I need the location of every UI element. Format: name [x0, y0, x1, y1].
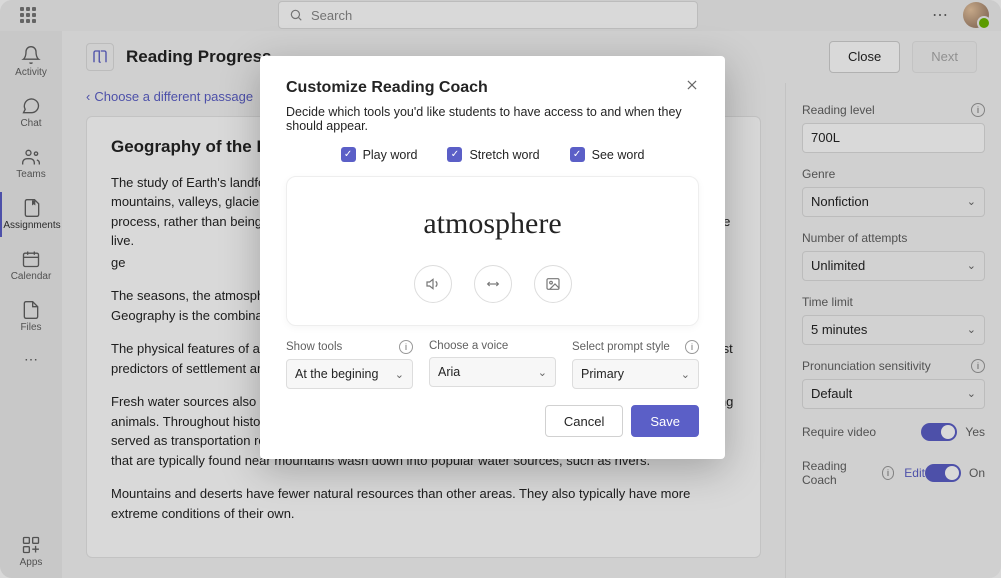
prompt-style-label: Select prompt style [572, 341, 670, 353]
choose-voice-label: Choose a voice [429, 340, 508, 352]
picture-icon [545, 276, 561, 292]
customize-reading-coach-modal: Customize Reading Coach Decide which too… [260, 56, 725, 459]
save-button[interactable]: Save [631, 405, 699, 437]
prompt-style-select[interactable]: Primary⌄ [572, 359, 699, 389]
stretch-word-button[interactable] [474, 265, 512, 303]
chevron-down-icon: ⌄ [395, 368, 404, 381]
preview-panel: atmosphere [286, 176, 699, 326]
checkbox-checked-icon: ✓ [570, 147, 585, 162]
chevron-down-icon: ⌄ [681, 368, 690, 381]
chevron-down-icon: ⌄ [538, 366, 547, 379]
modal-title: Customize Reading Coach [286, 79, 488, 97]
see-word-button[interactable] [534, 265, 572, 303]
preview-word: atmosphere [423, 207, 561, 241]
see-word-checkbox[interactable]: ✓ See word [570, 147, 645, 162]
speaker-icon [425, 276, 441, 292]
show-tools-select[interactable]: At the begining⌄ [286, 359, 413, 389]
checkbox-checked-icon: ✓ [447, 147, 462, 162]
close-icon[interactable] [685, 78, 699, 97]
stretch-word-label: Stretch word [469, 148, 539, 162]
info-icon[interactable]: i [685, 340, 699, 354]
cancel-button[interactable]: Cancel [545, 405, 623, 437]
info-icon[interactable]: i [399, 340, 413, 354]
play-word-checkbox[interactable]: ✓ Play word [341, 147, 418, 162]
see-word-label: See word [592, 148, 645, 162]
play-word-label: Play word [363, 148, 418, 162]
stretch-icon [485, 276, 501, 292]
checkbox-checked-icon: ✓ [341, 147, 356, 162]
choose-voice-select[interactable]: Aria⌄ [429, 357, 556, 387]
show-tools-label: Show tools [286, 341, 342, 353]
play-word-button[interactable] [414, 265, 452, 303]
modal-subtitle: Decide which tools you'd like students t… [286, 105, 699, 133]
stretch-word-checkbox[interactable]: ✓ Stretch word [447, 147, 539, 162]
